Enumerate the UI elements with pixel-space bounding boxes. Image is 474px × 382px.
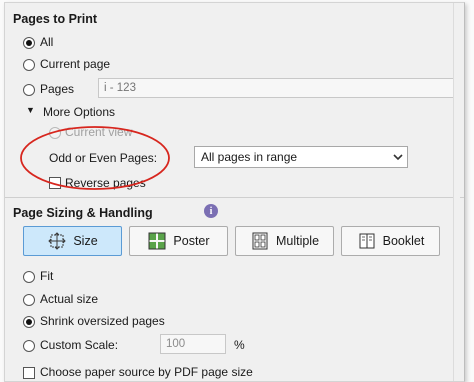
chevron-down-icon <box>389 147 407 167</box>
booklet-button-label: Booklet <box>382 234 425 248</box>
booklet-icon <box>357 231 377 251</box>
fit-label[interactable]: Fit <box>40 269 53 283</box>
size-button-label: Size <box>73 234 98 248</box>
print-dialog-panel: Pages to Print All Current page Pages ▼ … <box>4 2 465 382</box>
fit-radio[interactable] <box>23 271 35 283</box>
info-icon[interactable]: i <box>204 204 218 218</box>
all-label[interactable]: All <box>40 35 53 49</box>
size-button[interactable]: Size <box>23 226 122 256</box>
multiple-button[interactable]: Multiple <box>235 226 334 256</box>
page-sizing-heading: Page Sizing & Handling <box>13 206 153 220</box>
odd-even-selected-value: All pages in range <box>201 150 298 164</box>
pages-radio[interactable] <box>23 84 35 96</box>
pages-label[interactable]: Pages <box>40 82 74 96</box>
actual-size-label[interactable]: Actual size <box>40 292 98 306</box>
pages-range-input[interactable] <box>98 78 460 98</box>
custom-scale-input[interactable] <box>160 334 226 354</box>
booklet-button[interactable]: Booklet <box>341 226 440 256</box>
poster-button[interactable]: Poster <box>129 226 228 256</box>
size-icon <box>47 231 67 251</box>
expand-triangle-icon[interactable]: ▼ <box>26 105 35 115</box>
multiple-pages-icon <box>250 231 270 251</box>
annotation-ellipse <box>20 126 170 190</box>
pages-to-print-heading: Pages to Print <box>13 12 98 26</box>
paper-source-checkbox[interactable] <box>23 367 35 379</box>
percent-label: % <box>234 338 245 352</box>
scrollbar[interactable] <box>453 3 460 381</box>
all-radio[interactable] <box>23 37 35 49</box>
current-page-radio[interactable] <box>23 59 35 71</box>
poster-button-label: Poster <box>173 234 210 248</box>
section-divider <box>5 197 464 198</box>
current-page-label[interactable]: Current page <box>40 57 110 71</box>
shrink-oversized-radio[interactable] <box>23 316 35 328</box>
custom-scale-radio[interactable] <box>23 340 35 352</box>
paper-source-label[interactable]: Choose paper source by PDF page size <box>40 365 253 379</box>
odd-even-select[interactable]: All pages in range <box>194 146 408 168</box>
more-options-label[interactable]: More Options <box>43 105 115 119</box>
shrink-oversized-label[interactable]: Shrink oversized pages <box>40 314 165 328</box>
actual-size-radio[interactable] <box>23 294 35 306</box>
custom-scale-label[interactable]: Custom Scale: <box>40 338 118 352</box>
multiple-button-label: Multiple <box>275 234 320 248</box>
poster-icon <box>147 231 167 251</box>
